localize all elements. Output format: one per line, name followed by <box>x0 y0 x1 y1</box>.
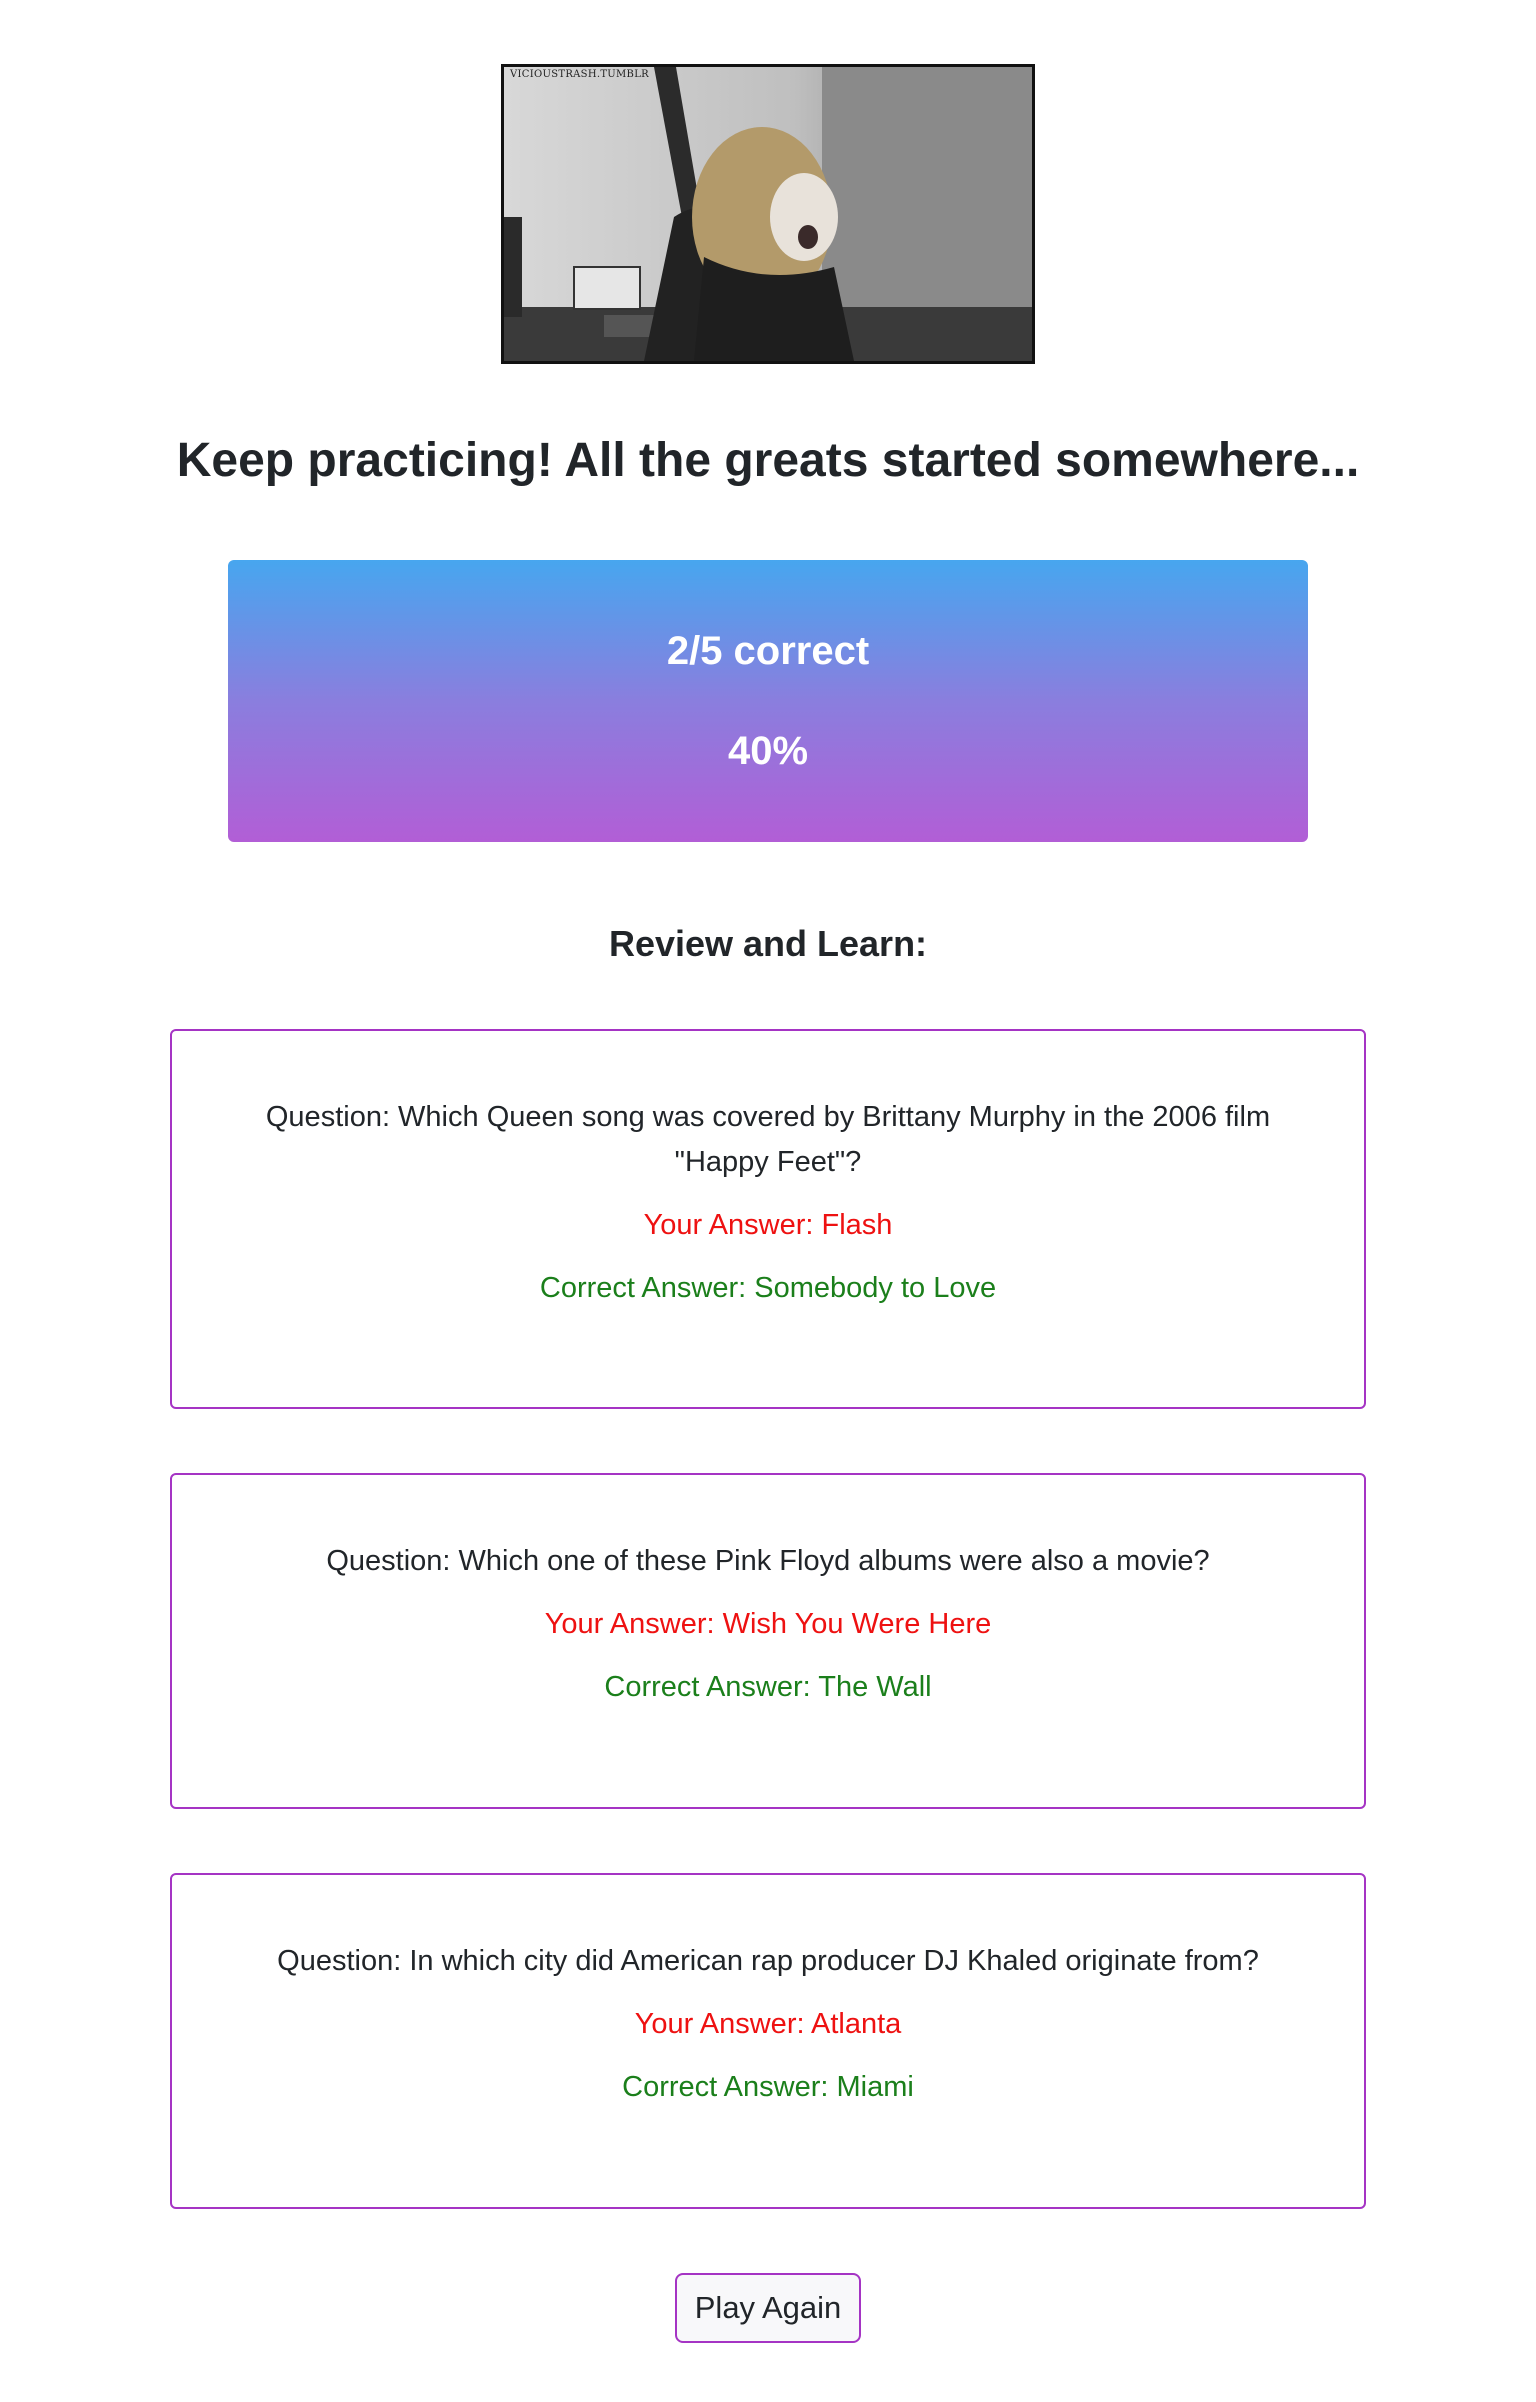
result-headline: Keep practicing! All the greats started … <box>176 434 1360 487</box>
reaction-gif-illustration <box>504 67 1032 361</box>
your-answer: Your Answer: Atlanta <box>634 2007 902 2040</box>
review-title: Review and Learn: <box>608 922 928 964</box>
review-question: Question: Which Queen song was covered b… <box>265 1100 1271 1178</box>
score-percent: 40% <box>727 728 809 773</box>
gif-watermark: VICIOUSTRASH.TUMBLR <box>510 69 649 80</box>
correct-answer: Correct Answer: Somebody to Love <box>539 1271 997 1304</box>
score-card: 2/5 correct 40% <box>228 559 1308 842</box>
score-count: 2/5 correct <box>666 628 870 673</box>
review-card: Question: Which one of these Pink Floyd … <box>170 1472 1366 1809</box>
play-again-button[interactable]: Play Again <box>674 2272 862 2343</box>
correct-answer: Correct Answer: The Wall <box>604 1670 932 1703</box>
reaction-gif: VICIOUSTRASH.TUMBLR <box>501 64 1035 364</box>
your-answer: Your Answer: Wish You Were Here <box>544 1607 992 1640</box>
review-question: Question: Which one of these Pink Floyd … <box>326 1544 1210 1577</box>
review-card: Question: In which city did American rap… <box>170 1872 1366 2209</box>
review-question: Question: In which city did American rap… <box>277 1944 1259 1977</box>
your-answer: Your Answer: Flash <box>643 1208 893 1241</box>
review-card: Question: Which Queen song was covered b… <box>170 1028 1366 1409</box>
correct-answer: Correct Answer: Miami <box>622 2070 914 2103</box>
results-page: VICIOUSTRASH.TUMBLR Keep practicing! All… <box>0 0 1536 2343</box>
